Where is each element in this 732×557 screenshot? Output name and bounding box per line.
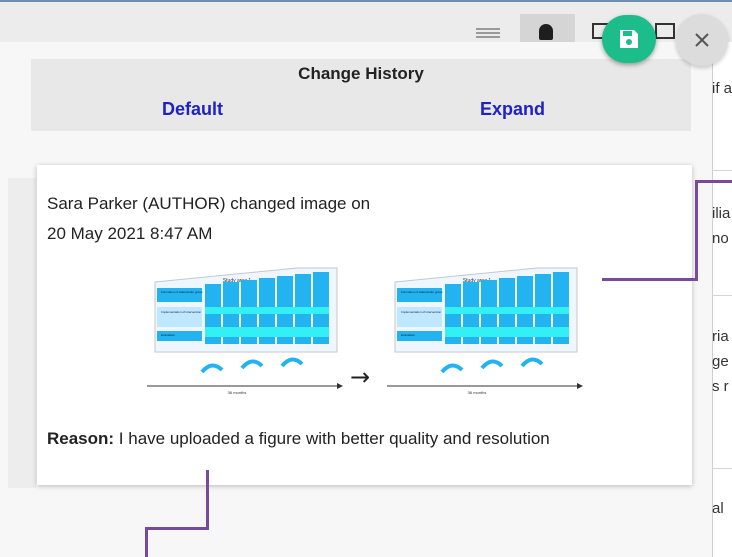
connector-line	[695, 180, 698, 281]
history-title: Change History	[298, 64, 424, 83]
figure-row-label: Implementation of intervention	[161, 310, 202, 314]
history-header: Change History Default Expand	[31, 59, 691, 131]
entry-author-line: Sara Parker (AUTHOR) changed image on	[47, 194, 371, 213]
floppy-disk-icon	[620, 30, 638, 48]
background-text: if a	[712, 80, 732, 97]
reason-body: I have uploaded a figure with better qua…	[114, 429, 550, 448]
connector-line	[206, 470, 209, 530]
connector-line	[602, 278, 697, 281]
right-arrow-icon: →	[350, 363, 370, 391]
divider	[712, 295, 732, 296]
divider	[712, 468, 732, 469]
background-text: ilia	[712, 205, 731, 222]
divider	[712, 170, 732, 171]
reason-label: Reason:	[47, 429, 115, 448]
figure-row-label: Formation of stakeholder group	[161, 290, 203, 294]
before-figure: Study area 1 Formation of stakeholder gr…	[147, 267, 343, 395]
save-button[interactable]	[602, 15, 656, 63]
background-text: s r	[712, 378, 729, 395]
figure-axis-label: 36 months	[468, 390, 487, 395]
connector-line	[145, 527, 148, 557]
close-icon	[695, 33, 709, 47]
entry-date: 20 May 2021 8:47 AM	[47, 224, 213, 243]
reason-text: Reason: I have uploaded a figure with be…	[47, 425, 667, 453]
connector-line	[145, 527, 209, 530]
background-column	[712, 42, 732, 557]
figure-row-label: Implementation of intervention	[401, 310, 442, 314]
figure-row-label: Evaluation	[161, 333, 175, 337]
expand-link[interactable]: Expand	[480, 99, 545, 120]
background-text: ria	[712, 328, 729, 345]
background-text: al	[712, 500, 724, 517]
connector-line	[695, 180, 732, 183]
history-entry-card: Sara Parker (AUTHOR) changed image on 20…	[37, 165, 692, 485]
list-icon[interactable]	[476, 26, 502, 42]
figure-axis-label: 36 months	[228, 390, 247, 395]
changed-image: Study area 1 Formation of stakeholder gr…	[147, 267, 583, 395]
left-strip	[8, 178, 36, 488]
default-link[interactable]: Default	[162, 99, 223, 120]
bell-icon	[539, 24, 553, 40]
figure-row-label: Evaluation	[401, 333, 415, 337]
after-figure: Study area 1 Formation of stakeholder gr…	[387, 267, 583, 395]
close-button[interactable]	[676, 14, 728, 66]
background-text: ge	[712, 353, 729, 370]
toolbar-icon[interactable]	[655, 23, 675, 39]
figure-row-label: Formation of stakeholder group	[401, 290, 443, 294]
background-text: no	[712, 230, 729, 247]
